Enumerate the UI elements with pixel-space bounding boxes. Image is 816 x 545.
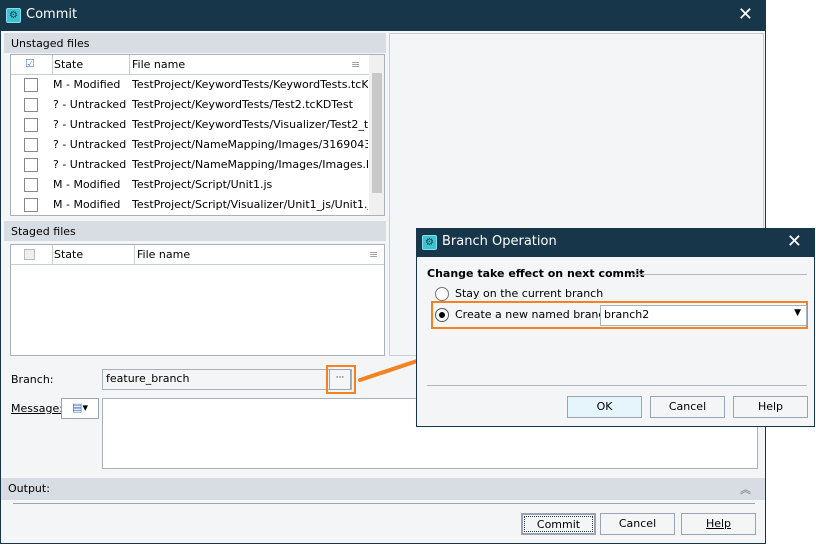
group-label: Change take effect on next commit <box>427 267 645 280</box>
table-row[interactable]: ? - Untracked TestProject/NameMapping/Im… <box>11 155 384 175</box>
row-file: TestProject/KeywordTests/KeywordTests.tc… <box>132 78 368 91</box>
document-icon: ▤ <box>72 401 83 414</box>
unstaged-grid: ☑ State File name ≡ M - Modified TestPro… <box>10 54 385 216</box>
row-checkbox[interactable] <box>24 178 38 192</box>
row-checkbox[interactable] <box>24 118 38 132</box>
row-file: TestProject/NameMapping/Images/316904328… <box>132 138 368 151</box>
table-row[interactable]: M - Modified TestProject/KeywordTests/Ke… <box>11 75 384 95</box>
row-state: ? - Untracked <box>53 118 127 131</box>
help-button[interactable]: Help <box>681 513 756 535</box>
row-state: M - Modified <box>53 178 121 191</box>
branch-field[interactable]: feature_branch <box>102 369 352 390</box>
chevron-down-icon[interactable]: ▼ <box>794 308 801 318</box>
branch-operation-dialog: ⚙ Branch Operation ✕ Change take effect … <box>416 228 815 427</box>
chevron-down-icon: ▾ <box>82 401 88 414</box>
radio-create[interactable] <box>435 308 449 322</box>
commit-titlebar: ⚙ Commit ✕ <box>1 1 765 31</box>
row-checkbox[interactable] <box>24 158 38 172</box>
group-line <box>632 274 807 275</box>
row-checkbox[interactable] <box>24 198 38 212</box>
scrollbar[interactable] <box>369 55 384 215</box>
branch-op-title: Branch Operation <box>442 234 557 249</box>
radio-stay[interactable] <box>435 287 449 301</box>
output-header[interactable]: Output: ︽ <box>1 478 765 500</box>
row-state: ? - Untracked <box>53 138 127 151</box>
row-file: TestProject/KeywordTests/Visualizer/Test… <box>132 118 368 131</box>
staged-grid: State File name ≡ <box>10 244 385 356</box>
app-icon: ⚙ <box>422 235 437 250</box>
option-stay-label[interactable]: Stay on the current branch <box>455 287 603 300</box>
unstaged-header: Unstaged files <box>4 33 386 53</box>
cancel-button[interactable]: Cancel <box>650 396 725 418</box>
row-checkbox[interactable] <box>24 138 38 152</box>
app-icon: ⚙ <box>6 8 21 23</box>
row-file: TestProject/NameMapping/Images/Images.NM… <box>132 158 368 171</box>
row-file: TestProject/KeywordTests/Test2.tcKDTest <box>132 98 353 111</box>
staged-select-all-checkbox[interactable] <box>24 249 35 260</box>
column-chooser-icon[interactable]: ≡ <box>369 248 378 261</box>
commit-title: Commit <box>26 7 78 22</box>
divider <box>427 385 807 386</box>
close-icon[interactable]: ✕ <box>738 4 753 25</box>
cancel-button[interactable]: Cancel <box>600 513 675 535</box>
row-state: ? - Untracked <box>53 158 127 171</box>
col-state[interactable]: State <box>54 58 83 71</box>
scrollbar-thumb[interactable] <box>372 73 382 193</box>
output-label: Output: <box>8 482 50 495</box>
new-branch-combobox[interactable]: branch2 ▼ <box>600 305 807 326</box>
divider <box>13 503 755 504</box>
col-state[interactable]: State <box>54 248 83 261</box>
row-file: TestProject/Script/Unit1.js <box>132 178 273 191</box>
row-state: ? - Untracked <box>53 98 127 111</box>
message-label: Message: <box>11 402 63 415</box>
col-file-name[interactable]: File name <box>132 58 185 71</box>
close-icon[interactable]: ✕ <box>787 231 802 252</box>
message-template-button[interactable]: ▤▾ <box>61 398 99 419</box>
table-row[interactable]: M - Modified TestProject/Script/Visualiz… <box>11 195 384 215</box>
table-row[interactable]: ? - Untracked TestProject/KeywordTests/V… <box>11 115 384 135</box>
table-row[interactable]: ? - Untracked TestProject/KeywordTests/T… <box>11 95 384 115</box>
table-row[interactable]: ? - Untracked TestProject/NameMapping/Im… <box>11 135 384 155</box>
branch-value: feature_branch <box>106 372 190 385</box>
row-state: M - Modified <box>53 198 121 211</box>
commit-button[interactable]: Commit <box>521 513 596 535</box>
row-file: TestProject/Script/Visualizer/Unit1_js/U… <box>132 198 368 211</box>
staged-header: Staged files <box>4 221 386 241</box>
col-file-name[interactable]: File name <box>137 248 190 261</box>
branch-label: Branch: <box>11 373 54 386</box>
new-branch-value: branch2 <box>604 308 650 321</box>
table-row[interactable]: M - Modified TestProject/Script/Unit1.js <box>11 175 384 195</box>
browse-branch-button[interactable]: ··· <box>329 369 351 390</box>
help-button[interactable]: Help <box>733 396 808 418</box>
column-chooser-icon[interactable]: ≡ <box>351 58 360 71</box>
option-create-label[interactable]: Create a new named branch <box>455 308 611 321</box>
row-checkbox[interactable] <box>24 78 38 92</box>
collapse-icon[interactable]: ︽ <box>740 481 751 497</box>
ok-button[interactable]: OK <box>567 396 642 418</box>
select-all-checkbox[interactable]: ☑ <box>25 57 35 70</box>
row-checkbox[interactable] <box>24 98 38 112</box>
row-state: M - Modified <box>53 78 121 91</box>
branch-op-titlebar: ⚙ Branch Operation ✕ <box>417 229 814 257</box>
